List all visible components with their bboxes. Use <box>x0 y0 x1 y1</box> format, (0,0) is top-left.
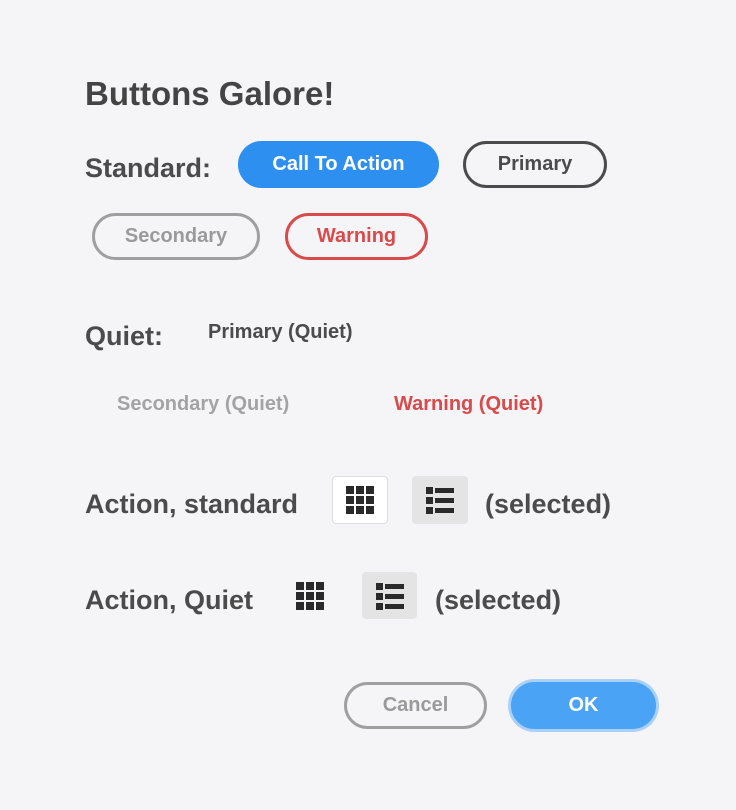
action-quiet-label: Action, Quiet <box>85 585 253 615</box>
warning-button[interactable]: Warning <box>285 213 428 260</box>
cancel-button[interactable]: Cancel <box>344 682 487 729</box>
primary-button[interactable]: Primary <box>463 141 607 188</box>
call-to-action-button[interactable]: Call To Action <box>238 141 439 188</box>
secondary-button[interactable]: Secondary <box>92 213 260 260</box>
list-view-icon <box>425 486 455 514</box>
buttons-dialog: Buttons Galore! Standard: Call To Action… <box>0 0 736 810</box>
list-view-button-selected[interactable] <box>412 476 468 524</box>
grid-view-quiet-button[interactable] <box>282 572 338 620</box>
action-standard-selected-note: (selected) <box>485 489 612 519</box>
dialog-title: Buttons Galore! <box>85 75 335 112</box>
secondary-quiet-button[interactable]: Secondary (Quiet) <box>117 391 289 417</box>
grid-view-button[interactable] <box>332 476 388 524</box>
warning-quiet-button[interactable]: Warning (Quiet) <box>394 391 543 417</box>
list-view-icon <box>375 582 405 610</box>
grid-view-icon <box>295 581 325 611</box>
ok-button[interactable]: OK <box>511 682 656 729</box>
action-standard-label: Action, standard <box>85 489 299 519</box>
list-view-quiet-button-selected[interactable] <box>362 572 417 619</box>
grid-view-icon <box>345 485 375 515</box>
quiet-label: Quiet: <box>85 321 163 351</box>
primary-quiet-button[interactable]: Primary (Quiet) <box>208 319 352 345</box>
action-quiet-selected-note: (selected) <box>435 585 562 615</box>
standard-label: Standard: <box>85 153 212 183</box>
